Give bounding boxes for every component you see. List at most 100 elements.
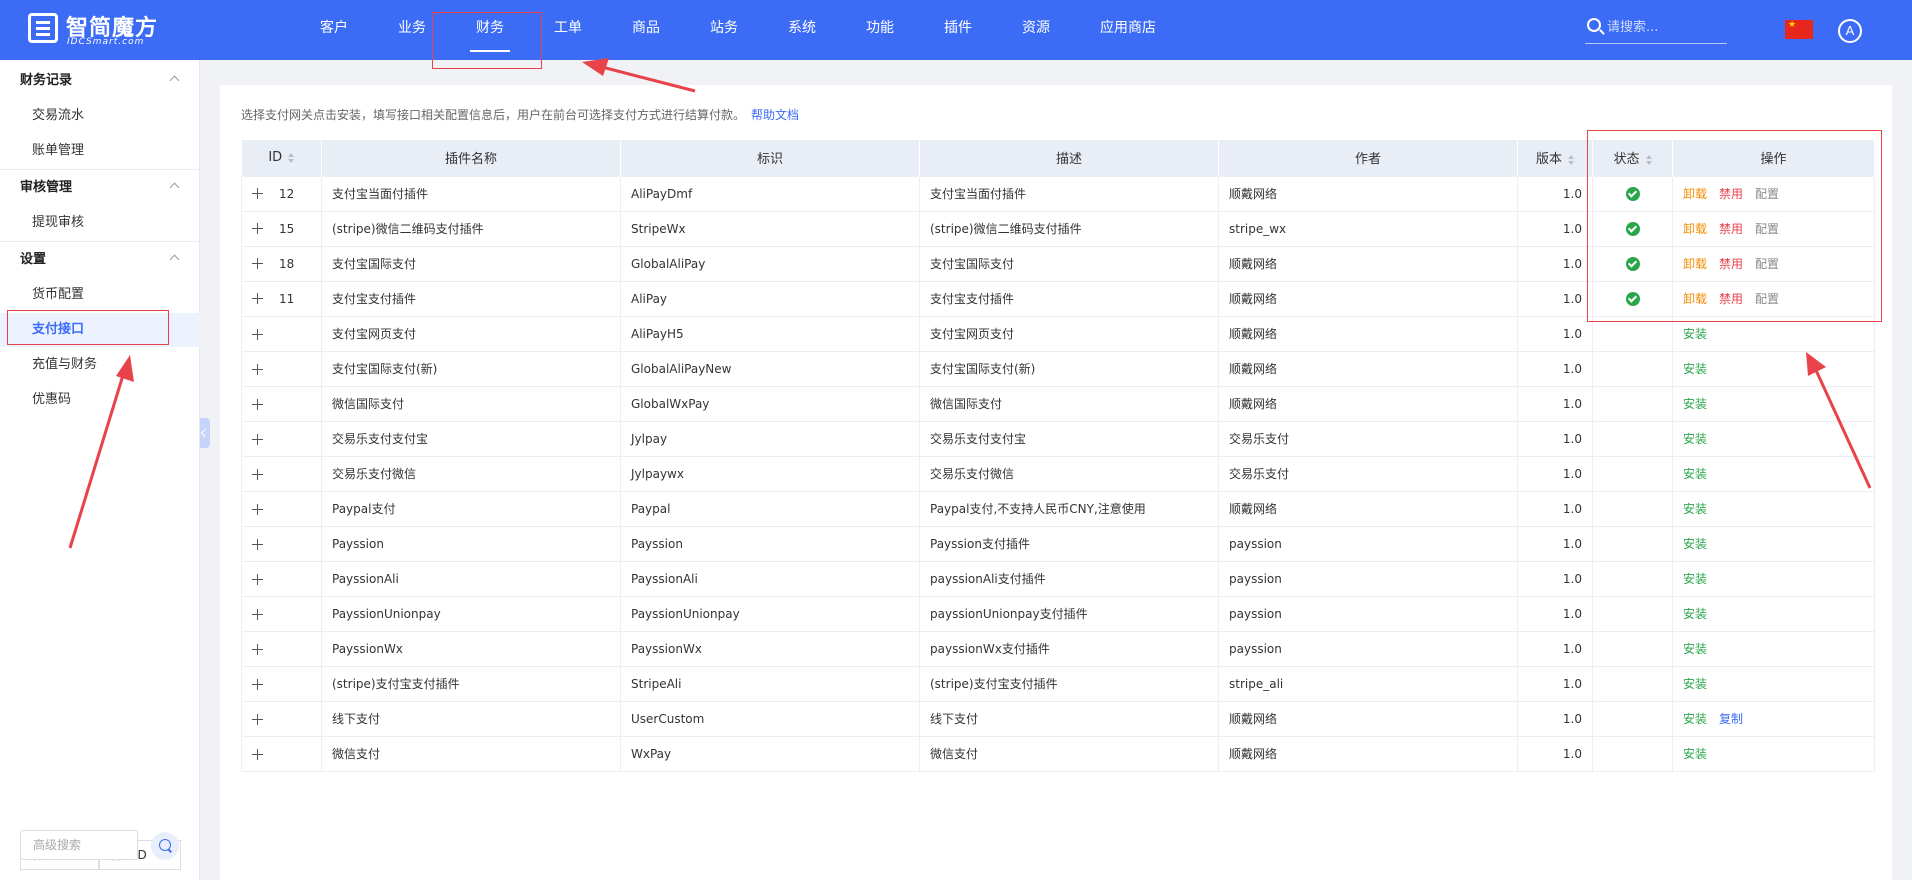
brand-sub: IDCSmart.com — [67, 37, 145, 47]
drag-handle-icon[interactable] — [252, 748, 263, 760]
drag-handle-icon[interactable] — [252, 363, 263, 375]
cell-key: Payssion — [620, 525, 920, 562]
sidebar-divider — [0, 241, 200, 242]
column-header-label: 作者 — [1354, 152, 1381, 168]
disable-link[interactable]: 禁用 — [1719, 187, 1743, 201]
disable-link[interactable]: 禁用 — [1719, 292, 1743, 306]
install-link[interactable]: 安装 — [1683, 502, 1707, 516]
drag-handle-icon[interactable] — [252, 188, 263, 200]
column-header-5[interactable]: 版本 — [1517, 140, 1593, 176]
sidebar-group-0[interactable]: 财务记录 — [0, 64, 200, 98]
sidebar-item-2-3[interactable]: 优惠码 — [0, 383, 200, 417]
drag-handle-icon[interactable] — [252, 538, 263, 550]
uninstall-link[interactable]: 卸载 — [1683, 257, 1707, 271]
nav-item-7[interactable]: 功能 — [866, 0, 894, 60]
sidebar-item-0-0[interactable]: 交易流水 — [0, 99, 200, 133]
cell-actions: 安装 — [1672, 735, 1875, 772]
china-flag-icon[interactable] — [1785, 20, 1813, 39]
sidebar-group-2[interactable]: 设置 — [0, 243, 200, 277]
cell-status — [1592, 490, 1673, 527]
nav-item-2[interactable]: 财务 — [470, 0, 510, 60]
uninstall-link[interactable]: 卸载 — [1683, 187, 1707, 201]
nav-item-10[interactable]: 应用商店 — [1100, 0, 1156, 60]
nav-item-4[interactable]: 商品 — [632, 0, 660, 60]
install-link[interactable]: 安装 — [1683, 537, 1707, 551]
column-header-0[interactable]: ID — [241, 140, 322, 176]
sidebar-item-1-0[interactable]: 提现审核 — [0, 206, 200, 240]
cell-version: 1.0 — [1517, 315, 1593, 352]
drag-handle-icon[interactable] — [252, 398, 263, 410]
sidebar-item-0-1[interactable]: 账单管理 — [0, 134, 200, 168]
sidebar-item-2-0[interactable]: 货币配置 — [0, 278, 200, 312]
drag-handle-icon[interactable] — [252, 573, 263, 585]
config-link[interactable]: 配置 — [1755, 222, 1779, 236]
install-link[interactable]: 安装 — [1683, 642, 1707, 656]
search-input[interactable] — [1607, 16, 1722, 38]
nav-item-8[interactable]: 插件 — [944, 0, 972, 60]
check-circle-icon — [1625, 256, 1640, 271]
column-header-label: 状态 — [1613, 152, 1640, 168]
sidebar-item-2-1[interactable]: 支付接口 — [0, 313, 200, 347]
nav-item-6[interactable]: 系统 — [788, 0, 816, 60]
sort-icon — [288, 152, 295, 163]
nav-item-0[interactable]: 客户 — [320, 0, 348, 60]
copy-link[interactable]: 复制 — [1719, 712, 1743, 726]
install-link[interactable]: 安装 — [1683, 677, 1707, 691]
logo-icon — [28, 13, 58, 43]
column-header-6[interactable]: 状态 — [1592, 140, 1673, 176]
drag-handle-icon[interactable] — [252, 678, 263, 690]
advanced-search-input[interactable] — [20, 830, 138, 860]
cell-id — [241, 560, 322, 597]
config-link[interactable]: 配置 — [1755, 257, 1779, 271]
sidebar-item-2-2[interactable]: 充值与财务 — [0, 348, 200, 382]
install-link[interactable]: 安装 — [1683, 432, 1707, 446]
nav-item-1[interactable]: 业务 — [398, 0, 426, 60]
cell-status — [1592, 210, 1673, 247]
drag-handle-icon[interactable] — [252, 258, 263, 270]
install-link[interactable]: 安装 — [1683, 572, 1707, 586]
drag-handle-icon[interactable] — [252, 328, 263, 340]
config-link[interactable]: 配置 — [1755, 292, 1779, 306]
advanced-search-button[interactable] — [151, 832, 179, 860]
nav-item-9[interactable]: 资源 — [1022, 0, 1050, 60]
drag-handle-icon[interactable] — [252, 223, 263, 235]
drag-handle-icon[interactable] — [252, 468, 263, 480]
sidebar-collapse-handle[interactable] — [200, 418, 210, 448]
cell-author: stripe_ali — [1218, 665, 1518, 702]
cell-actions: 卸载 禁用 配置 — [1672, 175, 1875, 212]
disable-link[interactable]: 禁用 — [1719, 222, 1743, 236]
cell-actions: 安装 — [1672, 490, 1875, 527]
install-link[interactable]: 安装 — [1683, 467, 1707, 481]
table-row: 微信国际支付 GlobalWxPay 微信国际支付 顺戴网络 1.0 安装 — [241, 385, 1875, 422]
install-link[interactable]: 安装 — [1683, 607, 1707, 621]
chevron-up-icon — [169, 254, 180, 265]
install-link[interactable]: 安装 — [1683, 362, 1707, 376]
install-link[interactable]: 安装 — [1683, 747, 1707, 761]
uninstall-link[interactable]: 卸载 — [1683, 292, 1707, 306]
disable-link[interactable]: 禁用 — [1719, 257, 1743, 271]
cell-status — [1592, 735, 1673, 772]
table-row: 18 支付宝国际支付 GlobalAliPay 支付宝国际支付 顺戴网络 1.0 卸载 禁用配… — [241, 245, 1875, 282]
user-avatar[interactable]: A — [1838, 19, 1862, 43]
cell-author: 交易乐支付 — [1218, 420, 1518, 457]
drag-handle-icon[interactable] — [252, 713, 263, 725]
nav-item-5[interactable]: 站务 — [710, 0, 738, 60]
drag-handle-icon[interactable] — [252, 433, 263, 445]
install-link[interactable]: 安装 — [1683, 712, 1707, 726]
drag-handle-icon[interactable] — [252, 608, 263, 620]
cell-name: PayssionUnionpay — [321, 595, 621, 632]
nav-item-3[interactable]: 工单 — [554, 0, 582, 60]
install-link[interactable]: 安装 — [1683, 397, 1707, 411]
brand-logo[interactable]: 智简魔方 IDCSmart.com — [28, 10, 178, 50]
cell-version: 1.0 — [1517, 595, 1593, 632]
sidebar-group-1[interactable]: 审核管理 — [0, 171, 200, 205]
drag-handle-icon[interactable] — [252, 643, 263, 655]
column-header-2: 标识 — [620, 140, 920, 176]
uninstall-link[interactable]: 卸载 — [1683, 222, 1707, 236]
help-doc-link[interactable]: 帮助文档 — [751, 108, 799, 122]
install-link[interactable]: 安装 — [1683, 327, 1707, 341]
cell-desc: 支付宝支付插件 — [919, 280, 1219, 317]
drag-handle-icon[interactable] — [252, 503, 263, 515]
config-link[interactable]: 配置 — [1755, 187, 1779, 201]
drag-handle-icon[interactable] — [252, 293, 263, 305]
